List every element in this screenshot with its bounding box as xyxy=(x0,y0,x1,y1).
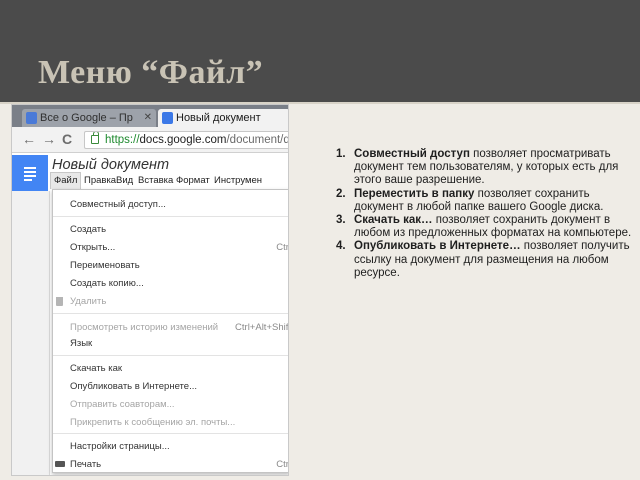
menu-item-page-setup[interactable]: Настройки страницы... xyxy=(53,439,288,454)
menu-item-make-copy[interactable]: Создать копию... xyxy=(53,276,288,291)
document-title[interactable]: Новый документ xyxy=(52,157,169,173)
slide-title: Меню “Файл” xyxy=(38,54,264,91)
browser-screenshot: Все о Google – Пр ✕ Новый документ ← → C… xyxy=(11,104,289,476)
address-bar-row: ← → C https://docs.google.com/document/d… xyxy=(12,127,289,153)
docs-logo-icon[interactable] xyxy=(12,155,48,191)
url-path: /document/d/ xyxy=(226,134,289,146)
forward-arrow-icon[interactable]: → xyxy=(42,131,56,147)
menu-view[interactable]: Вид xyxy=(116,173,133,189)
url-input[interactable]: https://docs.google.com/document/d/ xyxy=(84,131,289,149)
menu-format[interactable]: Формат xyxy=(176,173,210,189)
docs-left-margin xyxy=(12,191,50,475)
reload-icon[interactable]: C xyxy=(62,131,72,147)
list-item: 3. Скачать как… позволяет сохранить докум… xyxy=(336,214,632,240)
tab-bar: Все о Google – Пр ✕ Новый документ xyxy=(12,105,288,127)
menu-separator xyxy=(53,355,288,356)
menu-separator xyxy=(53,313,288,314)
lock-icon xyxy=(91,132,99,144)
menu-separator xyxy=(53,216,288,217)
menu-item-share[interactable]: Совместный доступ... xyxy=(53,197,288,212)
menu-item-version-history[interactable]: Просмотреть историю изменений Ctrl+Alt+Sh… xyxy=(53,320,288,335)
menu-file[interactable]: Файл xyxy=(50,172,82,189)
menu-item-open[interactable]: Открыть...Ctrl xyxy=(53,240,288,255)
menu-item-email-collaborators[interactable]: Отправить соавторам... xyxy=(53,397,288,412)
tab-label: Все о Google – Пр xyxy=(40,112,133,124)
file-menu-dropdown: Совместный доступ... Создать Открыть... C… xyxy=(52,189,288,473)
menu-item-download-as[interactable]: Скачать как xyxy=(53,361,288,376)
close-icon[interactable]: ✕ xyxy=(144,109,152,127)
url-host: docs.google.com xyxy=(139,134,227,146)
url-scheme: https:// xyxy=(105,134,140,146)
slide-header: Меню “Файл” xyxy=(0,0,640,104)
menu-item-delete[interactable]: Удалить xyxy=(53,294,288,309)
print-icon xyxy=(55,461,65,467)
trash-icon xyxy=(56,297,63,306)
menu-item-print[interactable]: ПечатьCtrl xyxy=(53,457,288,472)
back-arrow-icon[interactable]: ← xyxy=(22,131,36,147)
tab-label: Новый документ xyxy=(176,112,261,124)
list-item: 4. Опубликовать в Интернете… позволяет по… xyxy=(336,240,630,279)
menu-separator xyxy=(53,433,288,434)
list-item: 2. Переместить в папку позволяет сохранит… xyxy=(336,187,604,213)
tab-new-document[interactable]: Новый документ xyxy=(158,109,288,127)
google-favicon-icon xyxy=(26,112,37,124)
menu-item-new[interactable]: Создать xyxy=(53,222,288,237)
menu-item-rename[interactable]: Переименовать xyxy=(53,258,288,273)
menu-insert[interactable]: Вставка xyxy=(138,173,173,189)
notes-list: 1. Совместный доступ позволяет просматрив… xyxy=(332,148,632,280)
menu-item-email-attachment[interactable]: Прикрепить к сообщению эл. почты... xyxy=(53,415,288,430)
docs-menubar: Файл Правка Вид Вставка Формат Инструмен xyxy=(50,172,288,189)
docs-favicon-icon xyxy=(162,112,173,124)
menu-tools[interactable]: Инструмен xyxy=(214,173,262,189)
menu-item-publish-web[interactable]: Опубликовать в Интернете... xyxy=(53,379,288,394)
menu-edit[interactable]: Правка xyxy=(84,173,116,189)
tab-about-google[interactable]: Все о Google – Пр ✕ xyxy=(22,109,156,127)
list-item: 1. Совместный доступ позволяет просматрив… xyxy=(336,148,619,187)
menu-item-language[interactable]: Язык xyxy=(53,336,288,351)
